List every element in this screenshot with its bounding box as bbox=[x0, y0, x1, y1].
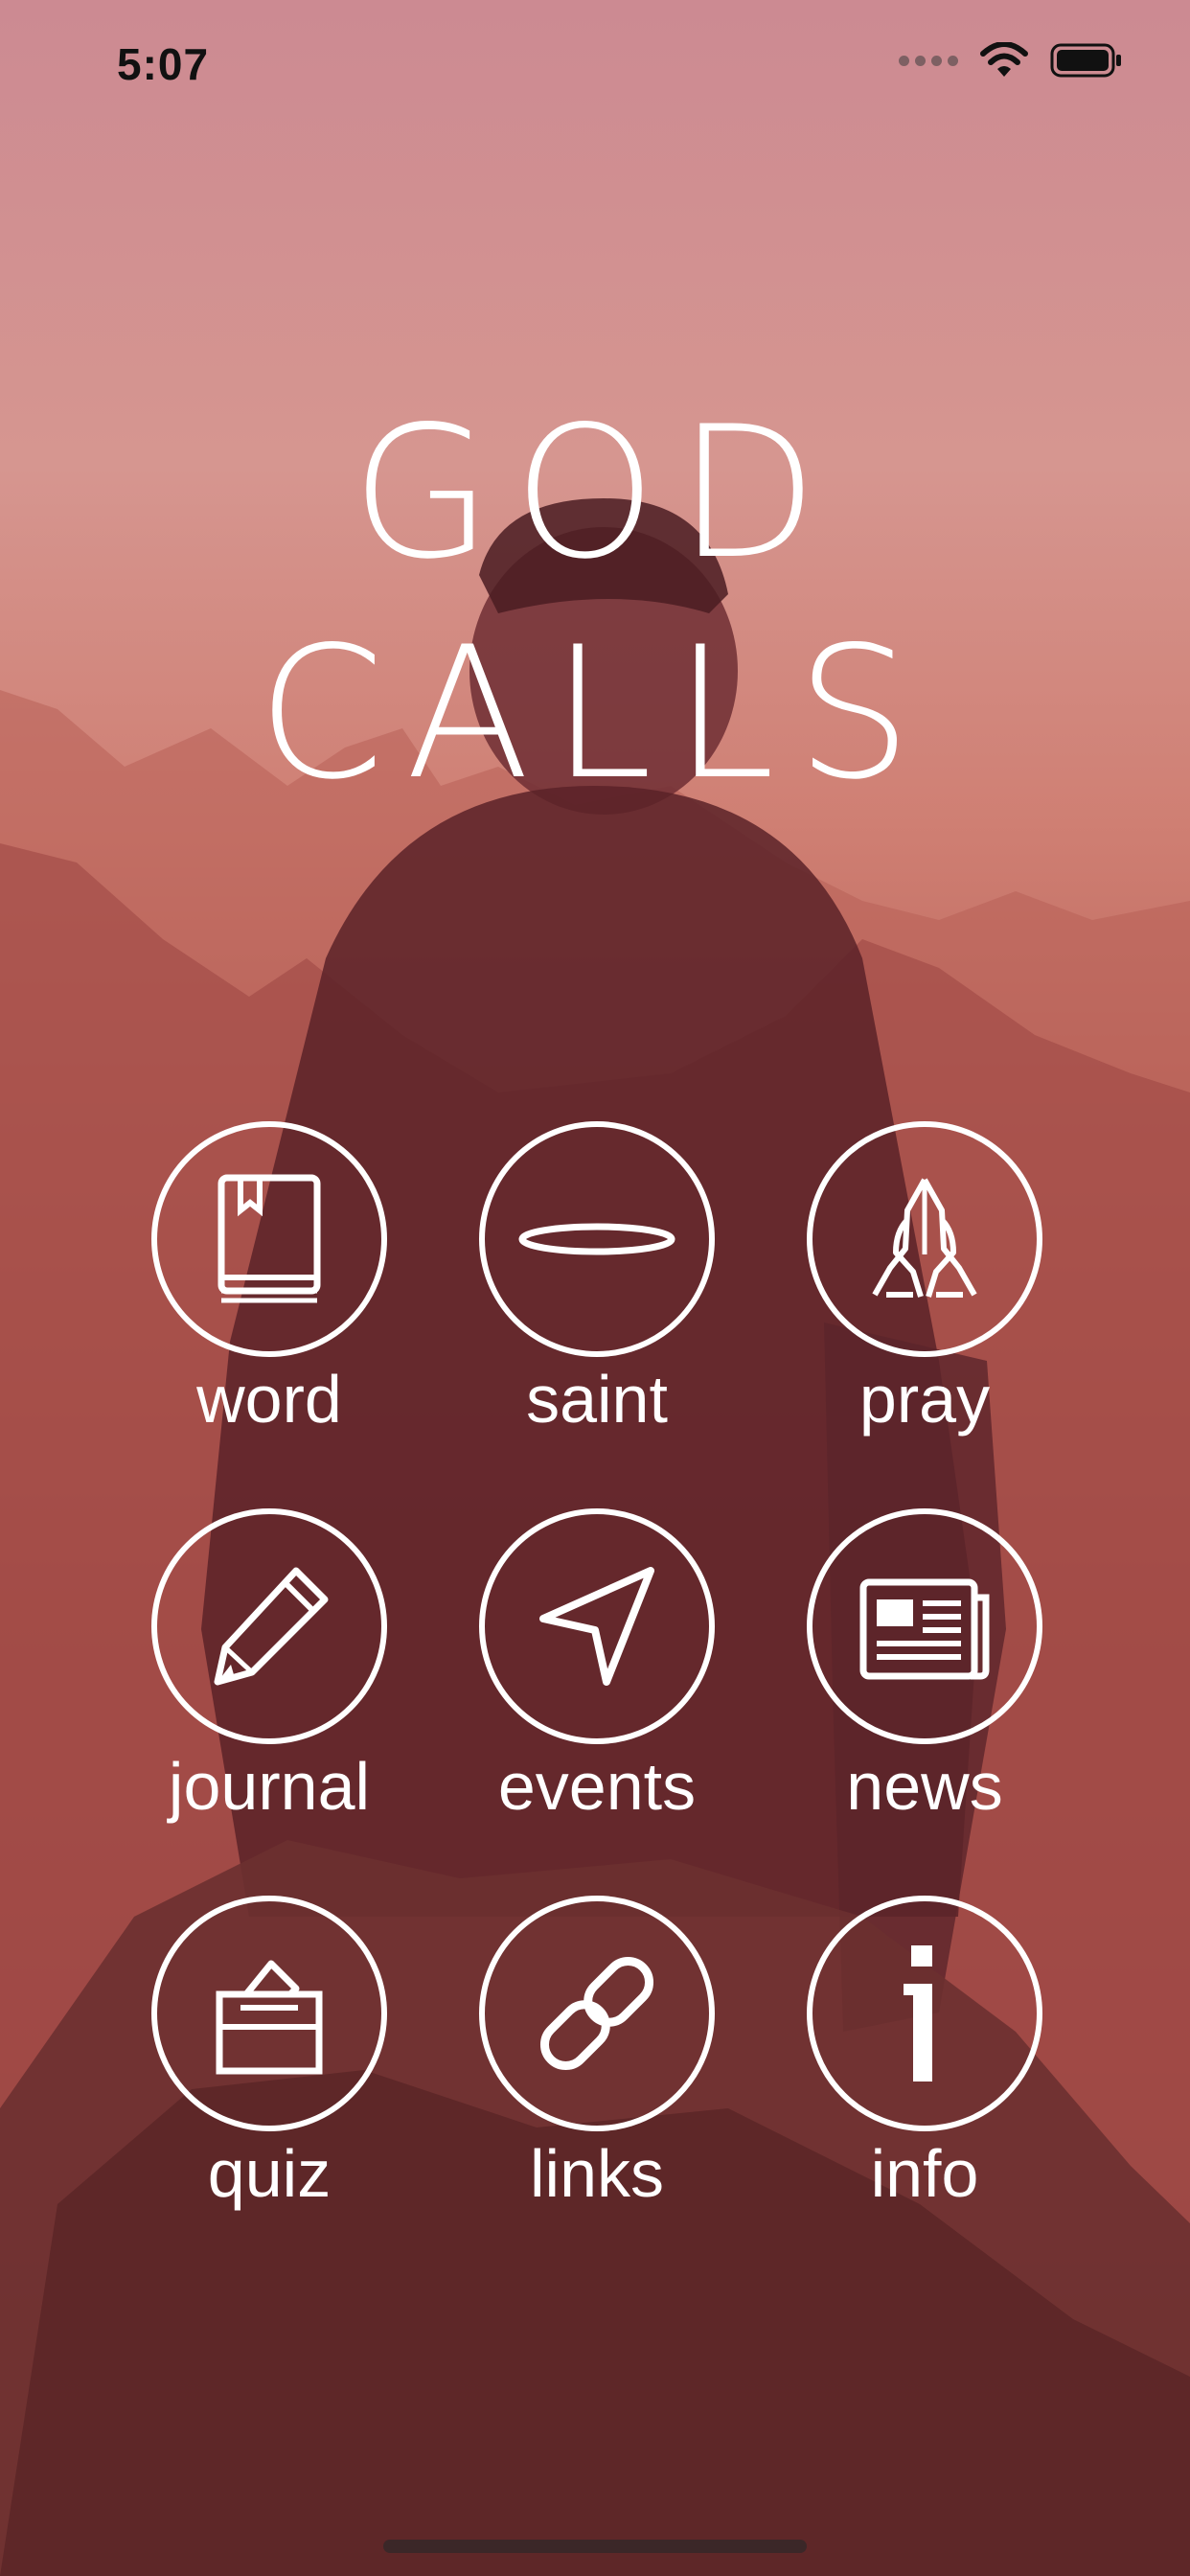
menu-item-word[interactable]: word bbox=[105, 1121, 433, 1508]
book-icon bbox=[217, 1174, 321, 1303]
menu-item-journal-circle[interactable] bbox=[151, 1508, 387, 1744]
ballot-box-icon bbox=[216, 1960, 323, 2075]
halo-icon bbox=[518, 1223, 675, 1255]
menu-item-news-label: news bbox=[846, 1749, 1003, 1824]
menu-item-links-circle[interactable] bbox=[479, 1896, 715, 2131]
menu-item-pray[interactable]: pray bbox=[761, 1121, 1088, 1508]
menu-item-info-circle[interactable] bbox=[807, 1896, 1042, 2131]
menu-item-events-label: events bbox=[497, 1749, 697, 1824]
main-menu-grid: word saint pray journal events news quiz… bbox=[105, 1121, 1092, 2283]
cellular-signal-icon bbox=[899, 55, 958, 66]
menu-item-word-label: word bbox=[196, 1362, 342, 1437]
menu-item-word-circle[interactable] bbox=[151, 1121, 387, 1357]
menu-item-quiz-label: quiz bbox=[207, 2136, 332, 2211]
home-indicator[interactable] bbox=[383, 2540, 807, 2553]
menu-item-quiz[interactable]: quiz bbox=[105, 1896, 433, 2283]
menu-item-saint-label: saint bbox=[526, 1362, 668, 1437]
menu-item-events-circle[interactable] bbox=[479, 1508, 715, 1744]
praying-hands-icon bbox=[872, 1178, 977, 1298]
battery-icon bbox=[1050, 43, 1121, 78]
wifi-icon bbox=[980, 42, 1028, 77]
menu-item-journal-label: journal bbox=[168, 1749, 371, 1824]
status-time: 5:07 bbox=[117, 39, 210, 89]
app-title-line-1: GOD bbox=[351, 387, 839, 599]
menu-item-news-circle[interactable] bbox=[807, 1508, 1042, 1744]
app-title-line-2: CALLS bbox=[257, 608, 933, 819]
status-indicators bbox=[899, 42, 1123, 79]
menu-item-saint-circle[interactable] bbox=[479, 1121, 715, 1357]
menu-item-quiz-circle[interactable] bbox=[151, 1896, 387, 2131]
navigation-arrow-icon bbox=[539, 1567, 654, 1686]
menu-item-events[interactable]: events bbox=[433, 1508, 761, 1896]
menu-item-links[interactable]: links bbox=[433, 1896, 761, 2283]
newspaper-icon bbox=[859, 1578, 990, 1680]
menu-item-news[interactable]: news bbox=[761, 1508, 1088, 1896]
menu-item-saint[interactable]: saint bbox=[433, 1121, 761, 1508]
pencil-icon bbox=[214, 1567, 329, 1686]
menu-item-pray-label: pray bbox=[858, 1362, 991, 1437]
menu-item-pray-circle[interactable] bbox=[807, 1121, 1042, 1357]
menu-item-links-label: links bbox=[529, 2136, 665, 2211]
menu-item-info-label: info bbox=[870, 2136, 979, 2211]
info-icon bbox=[904, 1945, 932, 2082]
menu-item-journal[interactable]: journal bbox=[105, 1508, 433, 1896]
link-icon bbox=[539, 1956, 654, 2071]
menu-item-info[interactable]: info bbox=[761, 1896, 1088, 2283]
